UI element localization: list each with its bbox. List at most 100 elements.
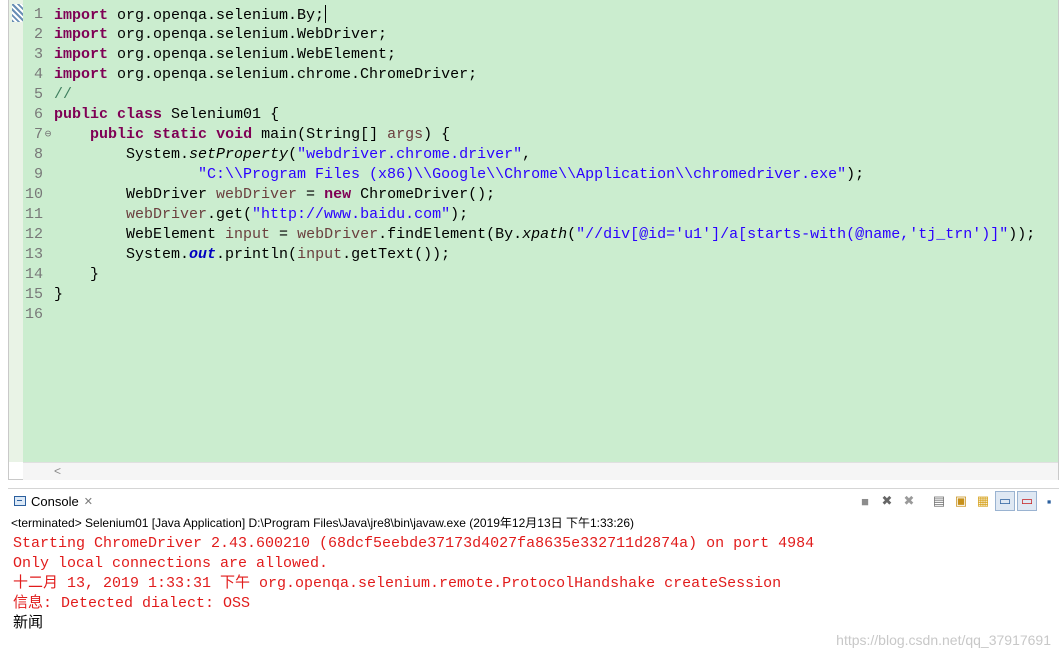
line-number: 8 xyxy=(33,146,43,163)
code-token: ) { xyxy=(423,126,451,143)
code-token: "http://www.baidu.com" xyxy=(252,206,451,223)
show-stderr-icon[interactable]: ▭ xyxy=(1017,491,1037,511)
console-launch-header: <terminated> Selenium01 [Java Applicatio… xyxy=(11,516,634,530)
code-text: // xyxy=(54,85,72,105)
code-token: "//div[@id='u1']/a[starts-with(@name,'tj… xyxy=(576,226,1009,243)
code-token: , xyxy=(522,146,532,163)
code-token: webDriver xyxy=(126,206,208,223)
code-token: // xyxy=(54,86,73,103)
code-token: WebElement xyxy=(54,226,226,243)
code-token: .findElement(By. xyxy=(378,226,523,243)
console-line: 信息: Detected dialect: OSS xyxy=(13,595,251,612)
code-token: import xyxy=(54,26,109,43)
line-number: 10 xyxy=(24,186,43,203)
line-number: 15 xyxy=(24,286,43,303)
line-number: 4 xyxy=(33,66,43,83)
code-text: import org.openqa.selenium.chrome.Chrome… xyxy=(54,65,477,85)
code-line[interactable]: 11 webDriver.get("http://www.baidu.com")… xyxy=(23,205,1058,225)
scroll-lock-icon[interactable]: ▣ xyxy=(951,491,971,511)
code-token: org.openqa.selenium.By; xyxy=(108,7,325,24)
code-line[interactable]: 16 xyxy=(23,305,1058,325)
code-token: Selenium01 { xyxy=(162,106,280,123)
code-token: webDriver xyxy=(216,186,298,203)
code-token: ); xyxy=(846,166,865,183)
line-number: 13 xyxy=(24,246,43,263)
code-line[interactable]: 13 System.out.println(input.getText()); xyxy=(23,245,1058,265)
code-token: import xyxy=(54,7,109,24)
code-token: webDriver xyxy=(297,226,379,243)
code-line[interactable]: 14 } xyxy=(23,265,1058,285)
code-line[interactable]: 8 System.setProperty("webdriver.chrome.d… xyxy=(23,145,1058,165)
code-token: new xyxy=(324,186,352,203)
code-text: webDriver.get("http://www.baidu.com"); xyxy=(54,205,468,225)
code-line[interactable]: 2 import org.openqa.selenium.WebDriver; xyxy=(23,25,1058,45)
code-line[interactable]: 10 WebDriver webDriver = new ChromeDrive… xyxy=(23,185,1058,205)
code-token: main(String[] xyxy=(252,126,388,143)
code-token: "C:\\Program Files (x86)\\Google\\Chrome… xyxy=(198,166,847,183)
code-line[interactable]: 6 public class Selenium01 { xyxy=(23,105,1058,125)
code-token: .println( xyxy=(216,246,298,263)
code-token: out xyxy=(189,246,217,263)
line-number: 12 xyxy=(24,226,43,243)
code-line[interactable]: 7 ⊖ public static void main(String[] args… xyxy=(23,125,1058,145)
code-text: public class Selenium01 { xyxy=(54,105,279,125)
code-token: .get( xyxy=(207,206,253,223)
line-number: 6 xyxy=(33,106,43,123)
line-number: 5 xyxy=(33,86,43,103)
console-tab-bar: Console ✕ ■ ✖ ✖ ▤ ▣ ▦ ▭ ▭ ▪ xyxy=(8,488,1059,513)
pin-console-icon[interactable]: ▪ xyxy=(1039,491,1059,511)
code-token: System. xyxy=(54,146,190,163)
code-token: = xyxy=(270,226,298,243)
remove-launch-icon[interactable]: ✖ xyxy=(877,491,897,511)
code-text: WebElement input = webDriver.findElement… xyxy=(54,225,1035,245)
line-number: 14 xyxy=(24,266,43,283)
line-number: 2 xyxy=(33,26,43,43)
code-token: input xyxy=(297,246,343,263)
fold-toggle-icon[interactable]: ⊖ xyxy=(44,125,52,145)
code-line[interactable]: 12 WebElement input = webDriver.findElem… xyxy=(23,225,1058,245)
code-editor[interactable]: 1 import org.openqa.selenium.By; 2 import o… xyxy=(8,0,1059,480)
tab-console[interactable]: Console ✕ xyxy=(8,489,99,513)
code-line[interactable]: 3 import org.openqa.selenium.WebElement; xyxy=(23,45,1058,65)
code-line[interactable]: 4 import org.openqa.selenium.chrome.Chrom… xyxy=(23,65,1058,85)
code-line[interactable]: 15} xyxy=(23,285,1058,305)
console-line: Starting ChromeDriver 2.43.600210 (68dcf… xyxy=(13,535,815,552)
remove-all-terminated-icon[interactable]: ✖ xyxy=(899,491,919,511)
console-icon xyxy=(14,496,26,506)
show-stdout-icon[interactable]: ▭ xyxy=(995,491,1015,511)
code-token: = xyxy=(297,186,325,203)
word-wrap-icon[interactable]: ▦ xyxy=(973,491,993,511)
code-token: "webdriver.chrome.driver" xyxy=(297,146,523,163)
code-token: org.openqa.selenium.chrome.ChromeDriver; xyxy=(108,66,478,83)
code-token: args xyxy=(387,126,424,143)
console-line: 十二月 13, 2019 1:33:31 下午 org.openqa.selen… xyxy=(13,575,782,592)
code-area[interactable]: 1 import org.openqa.selenium.By; 2 import o… xyxy=(23,0,1058,462)
code-token: org.openqa.selenium.WebDriver; xyxy=(108,26,388,43)
horizontal-scrollbar[interactable]: < xyxy=(23,462,1058,480)
clear-console-icon[interactable]: ▤ xyxy=(929,491,949,511)
code-text: import org.openqa.selenium.WebElement; xyxy=(54,45,396,65)
code-line[interactable]: 5 // xyxy=(23,85,1058,105)
code-text: import org.openqa.selenium.By; xyxy=(54,5,327,26)
code-token: setProperty xyxy=(189,146,289,163)
line-number: 3 xyxy=(33,46,43,63)
code-token: public xyxy=(54,106,109,123)
console-toolbar: ■ ✖ ✖ ▤ ▣ ▦ ▭ ▭ ▪ xyxy=(855,491,1059,511)
code-token: ChromeDriver(); xyxy=(351,186,496,203)
code-text: } xyxy=(54,265,99,285)
terminate-icon[interactable]: ■ xyxy=(855,491,875,511)
close-icon[interactable]: ✕ xyxy=(84,495,93,508)
code-token: public xyxy=(90,126,145,143)
code-line[interactable]: 1 import org.openqa.selenium.By; xyxy=(23,5,1058,25)
code-line[interactable]: 9 "C:\\Program Files (x86)\\Google\\Chro… xyxy=(23,165,1058,185)
code-token: ( xyxy=(567,226,577,243)
code-text: System.out.println(input.getText()); xyxy=(54,245,450,265)
line-number: 1 xyxy=(33,6,43,23)
code-token: ( xyxy=(288,146,298,163)
annotation-ruler xyxy=(9,0,23,462)
scroll-left-icon[interactable]: < xyxy=(54,464,61,478)
